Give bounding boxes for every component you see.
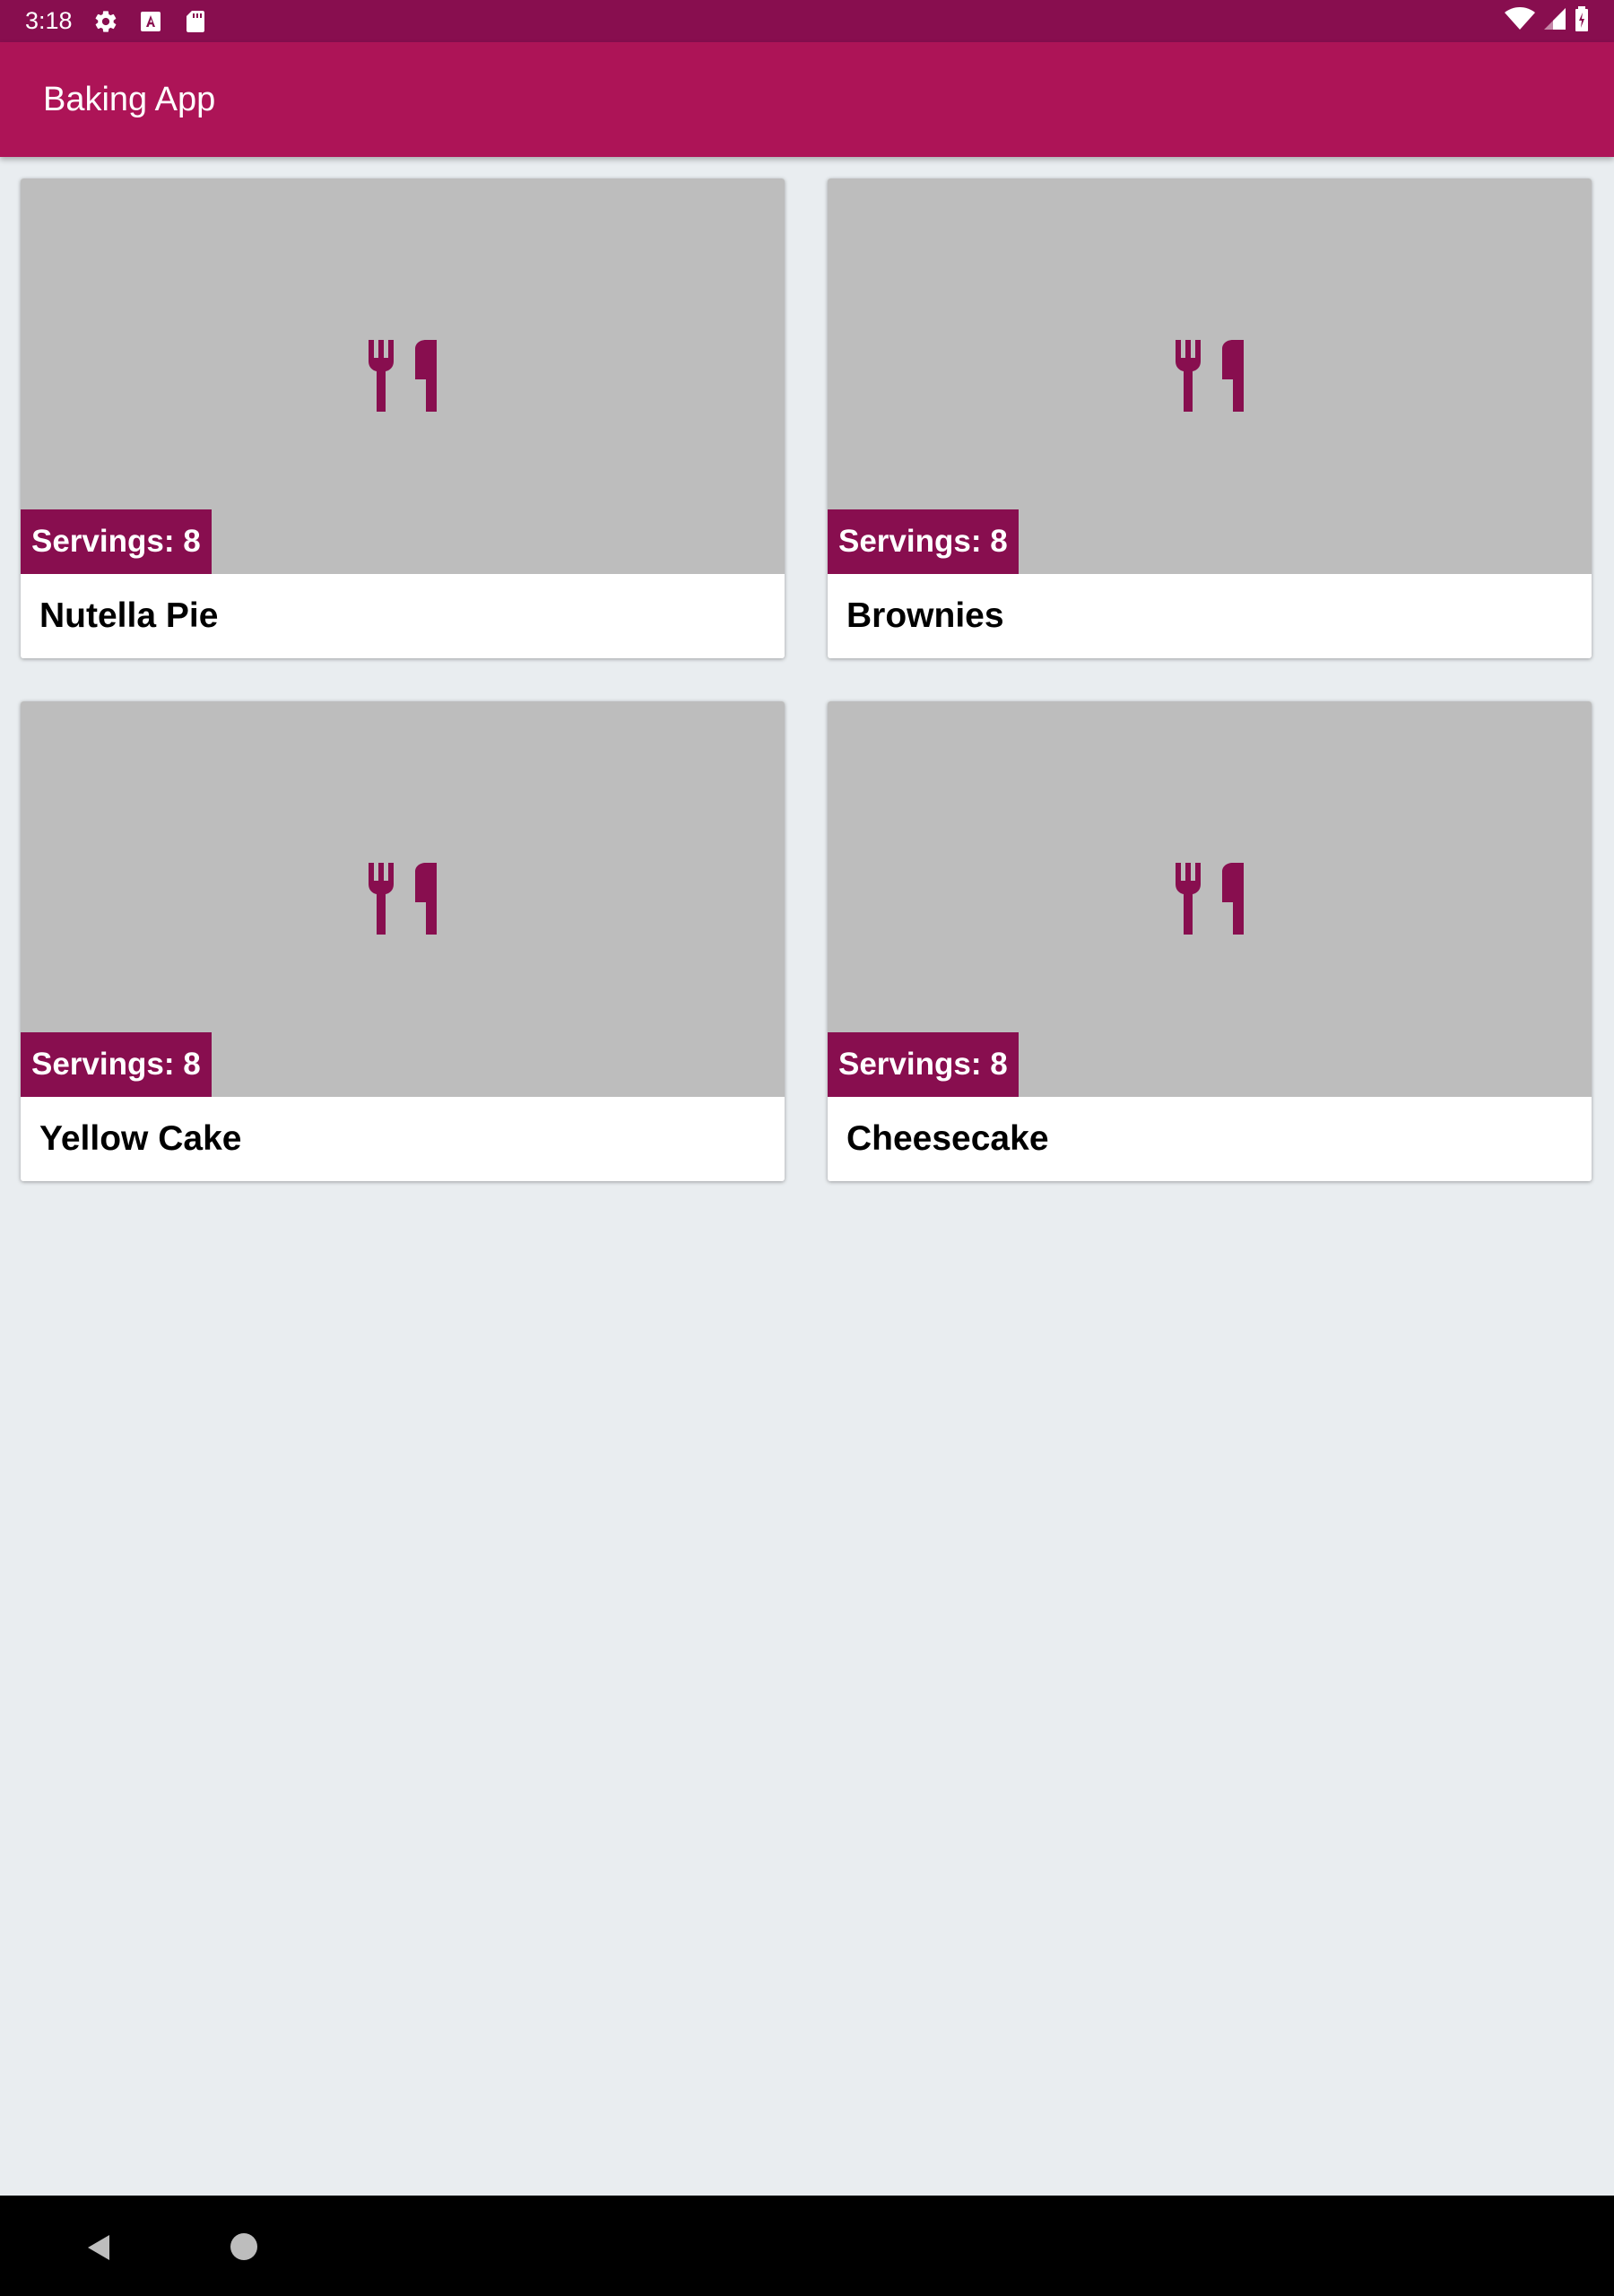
utensils-icon: [1176, 863, 1244, 935]
a-icon: [137, 8, 164, 35]
recipe-image-placeholder: Servings: 8: [21, 178, 785, 574]
recipe-image-placeholder: Servings: 8: [828, 178, 1592, 574]
utensils-icon: [369, 863, 437, 935]
utensils-icon: [369, 340, 437, 412]
recipe-name: Yellow Cake: [39, 1119, 242, 1158]
app-bar: Baking App: [0, 42, 1614, 157]
recipe-name: Cheesecake: [846, 1119, 1049, 1158]
signal-icon: [1544, 8, 1566, 34]
home-icon[interactable]: [230, 2233, 257, 2260]
battery-icon: [1575, 6, 1589, 36]
recipe-image-placeholder: Servings: 8: [21, 701, 785, 1097]
recipe-card[interactable]: Servings: 8 Yellow Cake: [21, 701, 785, 1181]
servings-badge: Servings: 8: [828, 509, 1019, 574]
servings-badge: Servings: 8: [21, 509, 212, 574]
status-bar: 3:18: [0, 0, 1614, 42]
recipe-card[interactable]: Servings: 8 Nutella Pie: [21, 178, 785, 658]
navigation-bar: [0, 2196, 1614, 2296]
status-right-icons: [1505, 6, 1589, 36]
utensils-icon: [1176, 340, 1244, 412]
app-title: Baking App: [43, 80, 216, 118]
gear-icon: [92, 8, 119, 35]
servings-badge: Servings: 8: [21, 1032, 212, 1097]
recipe-image-placeholder: Servings: 8: [828, 701, 1592, 1097]
recipe-card[interactable]: Servings: 8 Cheesecake: [828, 701, 1592, 1181]
recipe-name: Brownies: [846, 596, 1004, 635]
recipe-name: Nutella Pie: [39, 596, 219, 635]
wifi-icon: [1505, 7, 1535, 35]
recipe-card[interactable]: Servings: 8 Brownies: [828, 178, 1592, 658]
recipe-grid: Servings: 8 Nutella Pie Servings: 8 Brow…: [21, 178, 1593, 1181]
sd-card-icon: [182, 8, 209, 35]
back-icon[interactable]: [84, 2231, 117, 2264]
status-time: 3:18: [25, 7, 73, 34]
servings-badge: Servings: 8: [828, 1032, 1019, 1097]
